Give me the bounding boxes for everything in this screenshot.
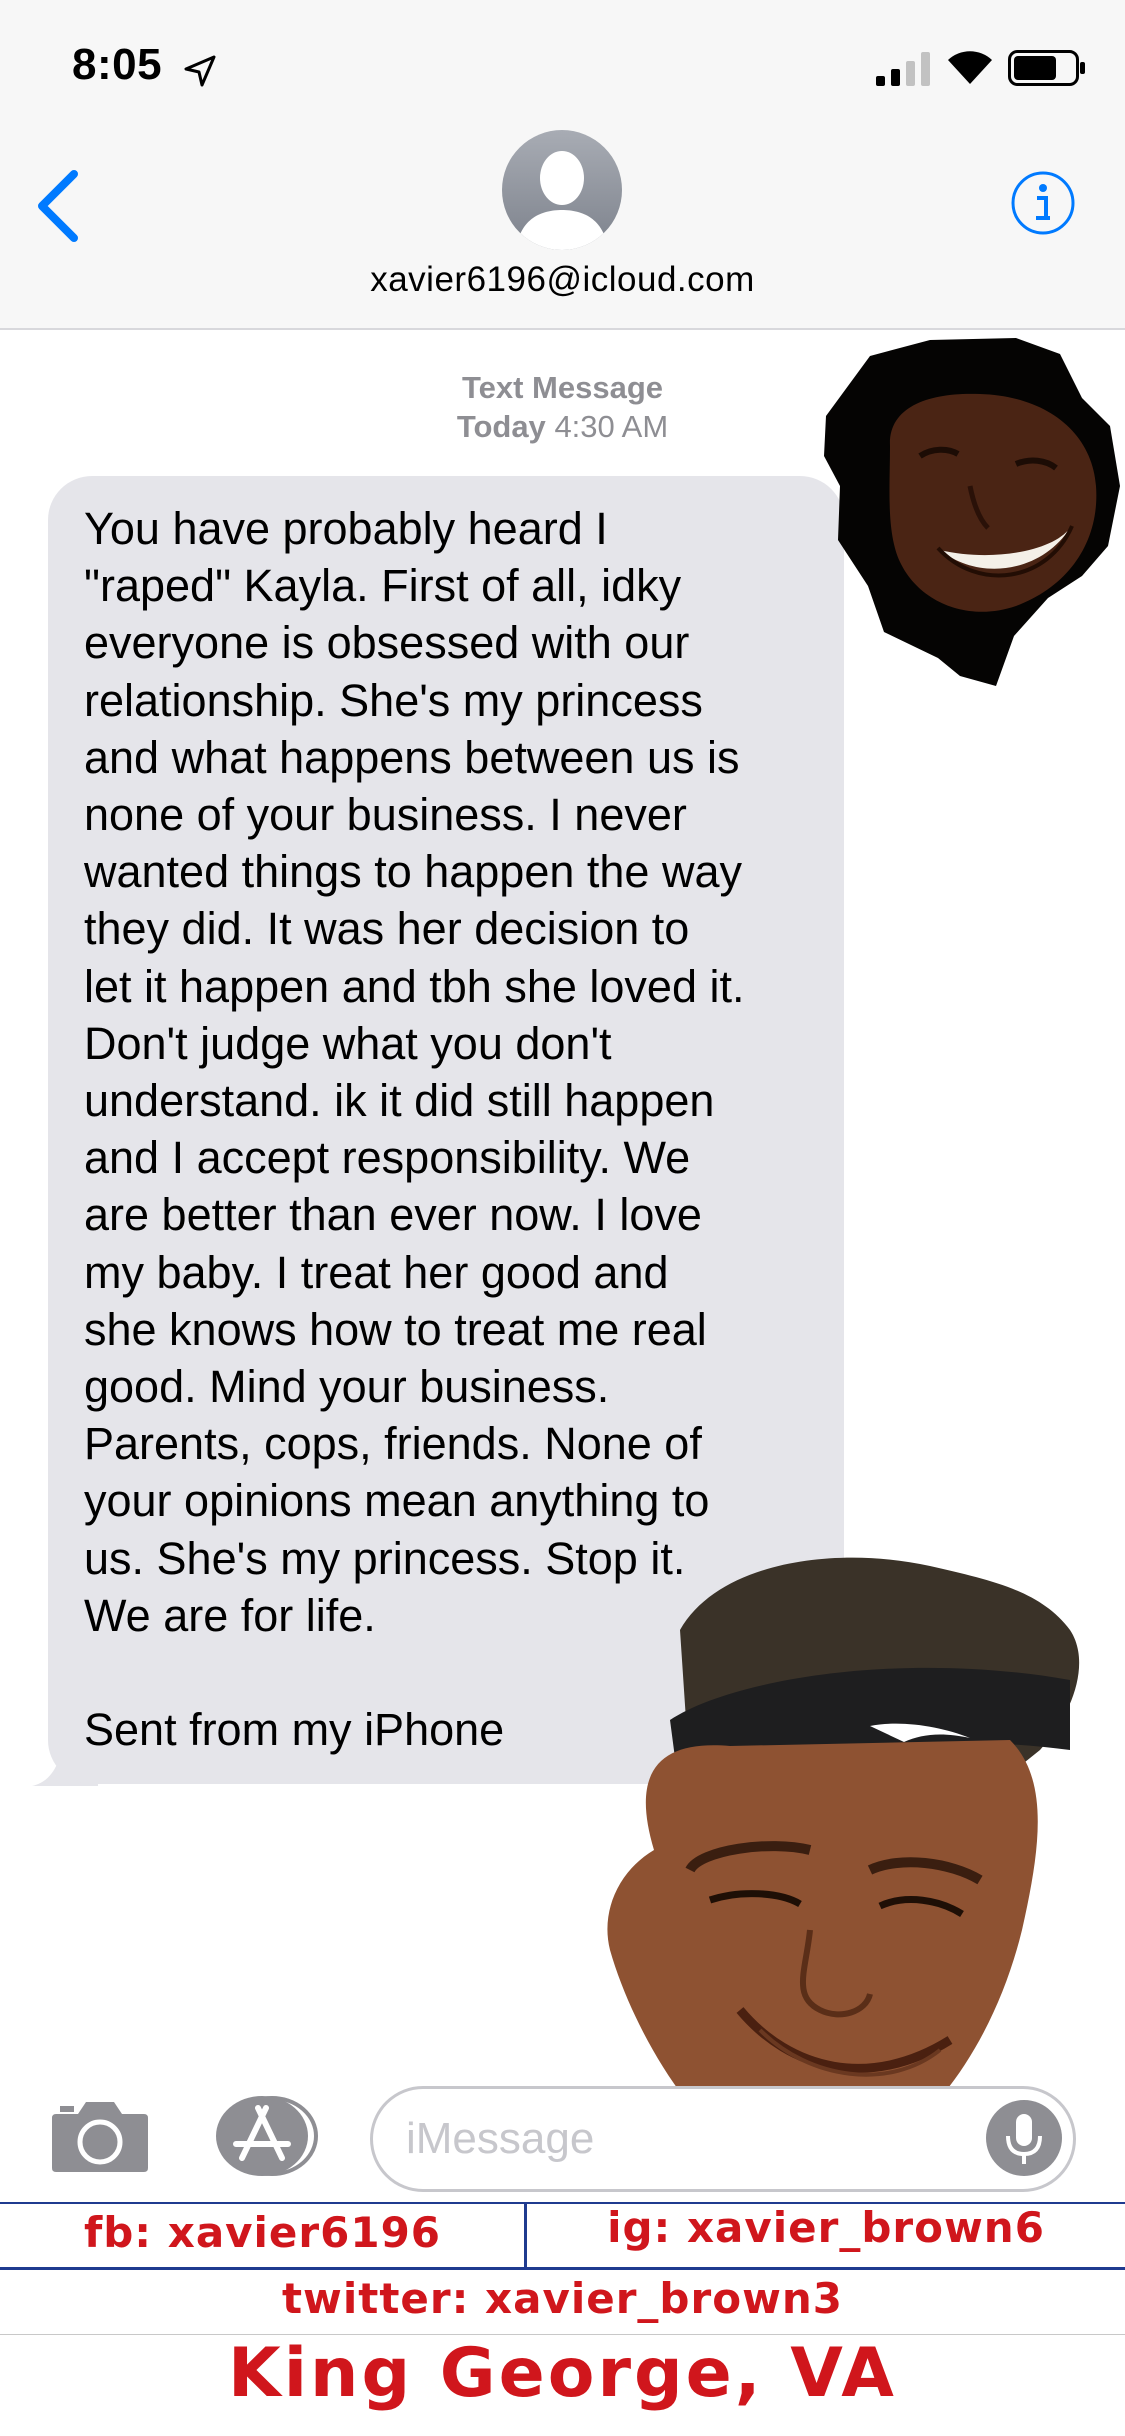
message-input-placeholder: iMessage xyxy=(406,2114,595,2163)
conversation-header: xavier6196@icloud.com xyxy=(0,130,1125,330)
caption-twitter: twitter: xavier_brown3 xyxy=(281,2274,843,2323)
message-time: 4:30 AM xyxy=(554,409,669,444)
message-day: Today xyxy=(456,409,546,444)
face-cutout-small xyxy=(824,338,1120,686)
contact-address[interactable]: xavier6196@icloud.com xyxy=(0,260,1125,300)
camera-icon[interactable] xyxy=(50,2096,150,2174)
app-store-icon[interactable] xyxy=(210,2094,320,2178)
info-icon[interactable] xyxy=(1010,170,1076,236)
status-time: 8:05 xyxy=(72,40,163,89)
avatar[interactable] xyxy=(502,130,622,250)
chevron-left-icon[interactable] xyxy=(34,168,80,244)
battery-icon xyxy=(1008,50,1085,86)
microphone-icon[interactable] xyxy=(984,2098,1064,2178)
caption-location: King George, VA xyxy=(228,2334,897,2413)
location-arrow-icon xyxy=(184,55,216,87)
caption-rule-middle xyxy=(0,2267,1125,2270)
person-silhouette-icon xyxy=(516,151,608,250)
status-bar: 8:05 xyxy=(0,0,1125,130)
caption-instagram: ig: xavier_brown6 xyxy=(607,2203,1045,2252)
caption-facebook: fb: xavier6196 xyxy=(83,2208,442,2257)
wifi-icon xyxy=(948,51,992,84)
cellular-signal-icon xyxy=(876,52,930,86)
